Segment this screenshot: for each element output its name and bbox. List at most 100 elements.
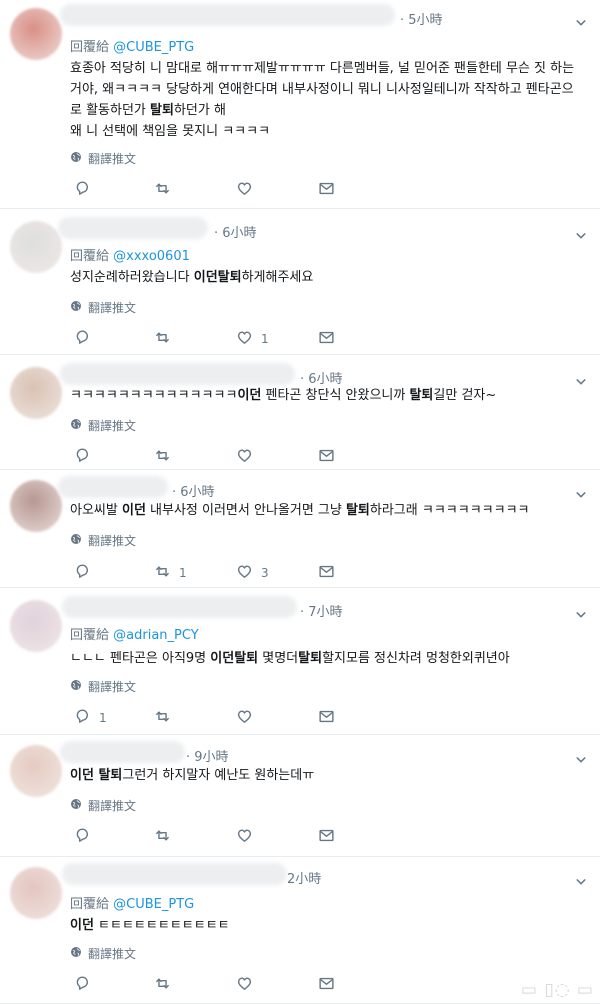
like-button[interactable]	[236, 180, 261, 200]
tweet-text: ㅋㅋㅋㅋㅋㅋㅋㅋㅋㅋㅋㅋㅋㅋ이던 펜타곤 창단식 안왔으니까 탈퇴길만 걷자~	[70, 388, 497, 403]
reply-button[interactable]	[74, 563, 99, 583]
chevron-down-icon[interactable]	[576, 485, 586, 498]
translate-tweet-link[interactable]: 翻譯推文	[70, 945, 136, 962]
tweet-actions: 1	[74, 708, 354, 728]
retweet-icon	[154, 447, 171, 467]
reply-to-line: 回覆給 @CUBE_PTG	[70, 893, 194, 912]
tweet-reply[interactable]: · 6小時 아오씨발 이던 내부사정 이러면서 안나올거면 그냥 탈퇴하라그래 ㅋ…	[0, 470, 600, 588]
reply-button[interactable]	[74, 975, 99, 995]
direct-message-button[interactable]	[318, 708, 335, 728]
chevron-down-icon[interactable]	[576, 605, 586, 618]
reply-button[interactable]	[74, 827, 99, 847]
retweet-button[interactable]	[154, 975, 179, 995]
direct-message-button[interactable]	[318, 329, 335, 349]
tweet-reply[interactable]: · 9小時 이던 탈퇴그런거 하지말자 예난도 원하는데ㅠ 翻譯推文	[0, 735, 600, 857]
reply-icon	[74, 329, 91, 349]
tweet-reply[interactable]: · 7小時 回覆給 @adrian_PCY ㄴㄴㄴ 펜타곤은 아직9명 이던탈퇴 몇…	[0, 588, 600, 735]
tweet-timestamp[interactable]: · 6小時	[214, 222, 257, 241]
reply-button[interactable]	[74, 329, 99, 349]
message-icon	[318, 563, 335, 583]
tweet-reply[interactable]: · 6小時 ㅋㅋㅋㅋㅋㅋㅋㅋㅋㅋㅋㅋㅋㅋ이던 펜타곤 창단식 안왔으니까 탈퇴길만…	[0, 355, 600, 470]
retweet-count: 1	[179, 566, 187, 580]
retweet-button[interactable]	[154, 329, 179, 349]
message-icon	[318, 329, 335, 349]
avatar[interactable]	[10, 867, 62, 919]
author-name-blurred	[60, 741, 185, 763]
like-button[interactable]	[236, 827, 261, 847]
reply-icon	[74, 975, 91, 995]
direct-message-button[interactable]	[318, 563, 335, 583]
retweet-icon	[154, 563, 171, 583]
tweet-actions	[74, 447, 354, 467]
retweet-icon	[154, 708, 171, 728]
tweet-timestamp[interactable]: · 7小時	[300, 601, 343, 620]
like-button[interactable]: 1	[236, 329, 269, 349]
tweet-text: 성지순례하러왔습니다 이던탈퇴하게해주세요	[70, 270, 314, 285]
avatar[interactable]	[10, 600, 62, 652]
chevron-down-icon[interactable]	[576, 226, 586, 239]
like-button[interactable]	[236, 975, 261, 995]
avatar[interactable]	[10, 8, 62, 60]
like-button[interactable]	[236, 708, 261, 728]
translate-tweet-link[interactable]: 翻譯推文	[70, 678, 136, 695]
translate-tweet-link[interactable]: 翻譯推文	[70, 150, 136, 167]
tweet-timestamp[interactable]: · 6小時	[172, 481, 215, 500]
chevron-down-icon[interactable]	[576, 13, 586, 26]
tweet-actions	[74, 827, 354, 847]
retweet-button[interactable]	[154, 708, 179, 728]
direct-message-button[interactable]	[318, 447, 335, 467]
tweet-timestamp[interactable]: · 5小時	[400, 9, 443, 28]
translate-tweet-link[interactable]: 翻譯推文	[70, 417, 136, 434]
reply-handle-link[interactable]: @adrian_PCY	[113, 628, 199, 643]
retweet-button[interactable]	[154, 447, 179, 467]
watermark: ▭ ▯◌ ▭	[520, 980, 594, 1000]
reply-icon	[74, 827, 91, 847]
direct-message-button[interactable]	[318, 180, 335, 200]
translate-tweet-link[interactable]: 翻譯推文	[70, 532, 136, 549]
tweet-timestamp[interactable]: 2小時	[287, 868, 321, 887]
retweet-icon	[154, 329, 171, 349]
like-button[interactable]	[236, 447, 261, 467]
direct-message-button[interactable]	[318, 827, 335, 847]
tweet-reply[interactable]: · 5小時 回覆給 @CUBE_PTG 효종아 적당히 니 맘대로 해ㅠㅠㅠ제발ㅠㅠ…	[0, 0, 600, 209]
chevron-down-icon[interactable]	[576, 372, 586, 385]
retweet-button[interactable]	[154, 180, 179, 200]
reply-to-line: 回覆給 @xxxo0601	[70, 245, 190, 264]
tweet-reply[interactable]: · 6小時回覆給 @xxxo0601 성지순례하러왔습니다 이던탈퇴하게해주세요 翻…	[0, 209, 600, 355]
chevron-down-icon[interactable]	[576, 750, 586, 763]
like-icon	[236, 180, 253, 200]
message-icon	[318, 708, 335, 728]
avatar[interactable]	[10, 221, 62, 273]
translate-label: 翻譯推文	[88, 799, 137, 813]
tweet-actions: 1	[74, 329, 354, 349]
direct-message-button[interactable]	[318, 975, 335, 995]
translate-tweet-link[interactable]: 翻譯推文	[70, 299, 136, 316]
avatar[interactable]	[10, 480, 62, 532]
avatar[interactable]	[10, 745, 62, 797]
retweet-button[interactable]	[154, 827, 179, 847]
globe-icon	[70, 300, 82, 315]
translate-tweet-link[interactable]: 翻譯推文	[70, 797, 136, 814]
tweet-reply[interactable]: 2小時 回覆給 @CUBE_PTG 이던 ㅌㅌㅌㅌㅌㅌㅌㅌㅌㅌㅌ 翻譯推文	[0, 857, 600, 1004]
retweet-button[interactable]: 1	[154, 563, 187, 583]
author-name-blurred	[58, 217, 208, 239]
reply-button[interactable]	[74, 180, 99, 200]
message-icon	[318, 447, 335, 467]
retweet-icon	[154, 827, 171, 847]
like-button[interactable]: 3	[236, 563, 269, 583]
reply-button[interactable]: 1	[74, 708, 107, 728]
reply-label: 回覆給	[70, 40, 110, 55]
chevron-down-icon[interactable]	[576, 872, 586, 885]
reply-button[interactable]	[74, 447, 99, 467]
tweet-timestamp[interactable]: · 9小時	[186, 746, 229, 765]
reply-count: 1	[99, 711, 107, 725]
translate-label: 翻譯推文	[88, 301, 137, 315]
reply-handle-link[interactable]: @CUBE_PTG	[113, 40, 194, 55]
translate-label: 翻譯推文	[88, 152, 137, 166]
reply-handle-link[interactable]: @xxxo0601	[113, 249, 190, 264]
avatar[interactable]	[10, 367, 62, 419]
reply-handle-link[interactable]: @CUBE_PTG	[113, 897, 194, 912]
globe-icon	[70, 946, 82, 961]
author-name-blurred	[60, 4, 395, 26]
like-icon	[236, 563, 253, 583]
